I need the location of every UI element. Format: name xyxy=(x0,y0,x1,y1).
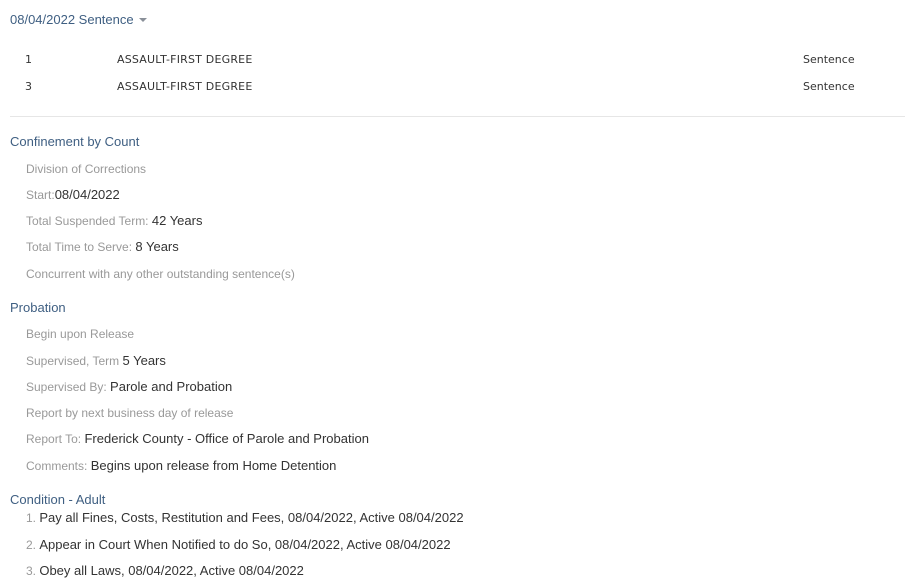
count-row: 1 ASSAULT-FIRST DEGREE Sentence xyxy=(0,53,906,69)
suspended-value: 42 Years xyxy=(151,213,203,228)
probation-report-next: Report by next business day of release xyxy=(26,406,234,420)
confinement-division: Division of Corrections xyxy=(26,162,147,176)
confinement-serve: Total Time to Serve: 8 Years xyxy=(26,239,179,254)
count-number: 1 xyxy=(25,53,32,66)
suspended-label: Total Suspended Term: xyxy=(26,214,152,228)
start-value: 08/04/2022 xyxy=(54,187,120,202)
condition-item: 1. Pay all Fines, Costs, Restitution and… xyxy=(26,510,464,525)
report-to-value: Frederick County - Office of Parole and … xyxy=(84,431,369,446)
condition-item: 3. Obey all Laws, 08/04/2022, Active 08/… xyxy=(26,563,304,578)
count-type: Sentence xyxy=(803,53,855,66)
probation-begin: Begin upon Release xyxy=(26,327,135,341)
condition-text: Pay all Fines, Costs, Restitution and Fe… xyxy=(39,510,464,525)
probation-supervised-by: Supervised By: Parole and Probation xyxy=(26,379,232,394)
condition-item: 2. Appear in Court When Notified to do S… xyxy=(26,537,451,552)
supervised-by-label: Supervised By: xyxy=(26,380,111,394)
serve-label: Total Time to Serve: xyxy=(26,240,136,254)
probation-comments: Comments: Begins upon release from Home … xyxy=(26,458,336,473)
condition-index: 2. xyxy=(26,538,40,552)
probation-report-to: Report To: Frederick County - Office of … xyxy=(26,431,369,446)
count-row: 3 ASSAULT-FIRST DEGREE Sentence xyxy=(0,80,906,96)
supervised-value: 5 Years xyxy=(122,353,166,368)
condition-text: Appear in Court When Notified to do So, … xyxy=(39,537,451,552)
section-divider xyxy=(10,116,905,117)
sentence-date-dropdown[interactable]: 08/04/2022 Sentence xyxy=(10,12,147,27)
conditions-title: Condition - Adult xyxy=(10,492,106,507)
probation-supervised-term: Supervised, Term 5 Years xyxy=(26,353,166,368)
comments-label: Comments: xyxy=(26,459,91,473)
supervised-label: Supervised, Term xyxy=(26,354,123,368)
caret-down-icon xyxy=(138,18,147,22)
serve-value: 8 Years xyxy=(135,239,179,254)
start-label: Start: xyxy=(26,188,55,202)
confinement-title: Confinement by Count xyxy=(10,134,140,149)
supervised-by-value: Parole and Probation xyxy=(110,379,233,394)
count-number: 3 xyxy=(25,80,32,93)
count-charge: ASSAULT-FIRST DEGREE xyxy=(117,53,253,66)
sentence-title: 08/04/2022 Sentence xyxy=(10,12,134,27)
count-charge: ASSAULT-FIRST DEGREE xyxy=(117,80,253,93)
condition-index: 3. xyxy=(26,564,40,578)
confinement-suspended: Total Suspended Term: 42 Years xyxy=(26,213,202,228)
probation-title: Probation xyxy=(10,300,66,315)
confinement-start: Start:08/04/2022 xyxy=(26,187,120,202)
confinement-concurrent: Concurrent with any other outstanding se… xyxy=(26,267,295,281)
condition-index: 1. xyxy=(26,511,40,525)
comments-value: Begins upon release from Home Detention xyxy=(90,458,337,473)
count-type: Sentence xyxy=(803,80,855,93)
report-to-label: Report To: xyxy=(26,432,85,446)
condition-text: Obey all Laws, 08/04/2022, Active 08/04/… xyxy=(39,563,304,578)
